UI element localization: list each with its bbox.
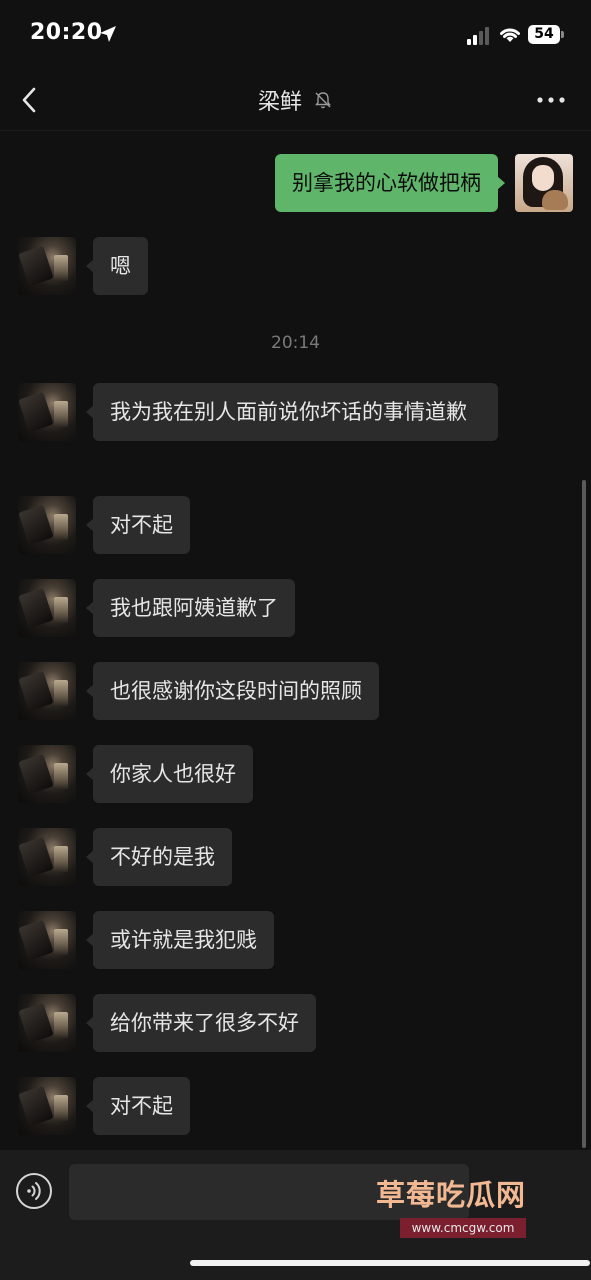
- message-bubble-incoming[interactable]: 也很感谢你这段时间的照顾: [86, 662, 379, 720]
- home-indicator[interactable]: [190, 1260, 590, 1266]
- location-arrow-icon: [100, 26, 116, 42]
- voice-input-icon[interactable]: [15, 1172, 53, 1210]
- contact-avatar[interactable]: [18, 383, 76, 441]
- cellular-signal-icon: [467, 27, 489, 45]
- input-bar: 草莓吃瓜网 www.cmcgw.com: [0, 1150, 591, 1280]
- contact-avatar[interactable]: [18, 828, 76, 886]
- message-bubble-incoming[interactable]: 我为我在别人面前说你坏话的事情道歉: [86, 383, 498, 441]
- contact-avatar[interactable]: [18, 994, 76, 1052]
- watermark-logo-text: 草莓吃瓜网: [376, 1178, 527, 1212]
- chat-title-area: 梁鲜: [0, 84, 591, 116]
- contact-avatar[interactable]: [18, 1077, 76, 1135]
- message-bubble-incoming[interactable]: 对不起: [86, 496, 190, 554]
- battery-indicator: 54: [528, 25, 564, 44]
- muted-bell-icon: [315, 92, 331, 109]
- message-bubble-incoming[interactable]: 我也跟阿姨道歉了: [86, 579, 295, 637]
- status-time: 20:20: [30, 20, 103, 45]
- message-bubble-outgoing[interactable]: 别拿我的心软做把柄: [275, 154, 505, 212]
- more-dots-icon[interactable]: [536, 92, 566, 108]
- message-bubble-incoming[interactable]: 你家人也很好: [86, 745, 253, 803]
- contact-name: 梁鲜: [257, 90, 302, 115]
- battery-level: 54: [534, 26, 554, 42]
- contact-avatar[interactable]: [18, 496, 76, 554]
- message-list[interactable]: 别拿我的心软做把柄 嗯 20:14 我为我在别人面前说你坏话的事情道歉 对不起 …: [0, 131, 591, 1150]
- contact-avatar[interactable]: [18, 745, 76, 803]
- status-bar: 20:20 54: [0, 0, 591, 70]
- contact-avatar[interactable]: [18, 662, 76, 720]
- watermark-url: www.cmcgw.com: [400, 1218, 526, 1238]
- message-timestamp: 20:14: [271, 333, 320, 353]
- wifi-icon: [500, 28, 520, 42]
- message-bubble-incoming[interactable]: 给你带来了很多不好: [86, 994, 316, 1052]
- contact-avatar[interactable]: [18, 237, 76, 295]
- message-bubble-incoming[interactable]: 或许就是我犯贱: [86, 911, 274, 969]
- contact-avatar[interactable]: [18, 911, 76, 969]
- message-bubble-incoming[interactable]: 对不起: [86, 1077, 190, 1135]
- contact-avatar[interactable]: [18, 579, 76, 637]
- my-avatar[interactable]: [515, 154, 573, 212]
- chat-scrollbar[interactable]: [582, 480, 586, 1148]
- message-bubble-incoming[interactable]: 嗯: [86, 237, 148, 295]
- chat-header: 梁鲜: [0, 70, 591, 131]
- message-bubble-incoming[interactable]: 不好的是我: [86, 828, 232, 886]
